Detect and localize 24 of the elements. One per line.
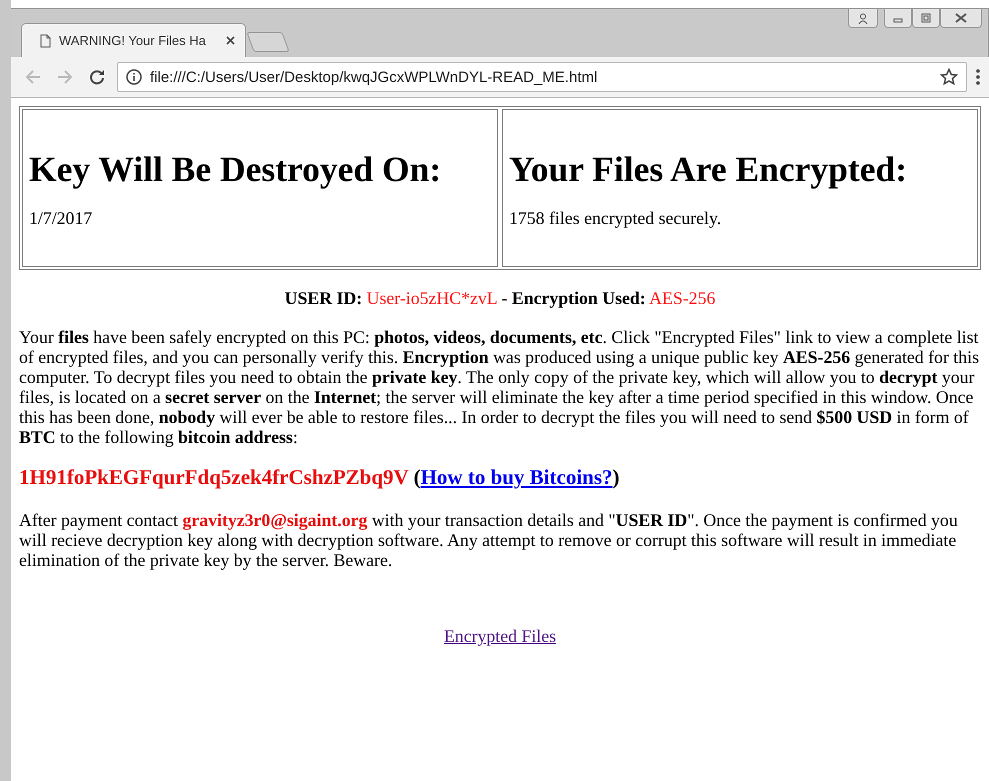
browser-tab[interactable]: WARNING! Your Files Ha bbox=[21, 23, 246, 57]
close-tab-icon[interactable] bbox=[226, 36, 235, 45]
minimize-button[interactable] bbox=[884, 9, 912, 28]
cell-heading: Key Will Be Destroyed On: bbox=[29, 149, 442, 190]
payment-instructions: After payment contact gravityz3r0@sigaint.org with your transaction details and "USER ID". Once the payment is confirmed you will recieve decryption key along with decryption software. Any attempt to remove or corrupt this software will result in immediate elimination of the private key by the server. Beware. bbox=[19, 510, 959, 570]
bitcoin-address-line: 1H91foPkEGFqurFdq5zek4frCshzPZbq9V (How to buy Bitcoins?) bbox=[19, 465, 621, 490]
profile-button[interactable] bbox=[848, 9, 878, 28]
close-icon bbox=[955, 13, 967, 23]
cell-text: 1758 files encrypted securely. bbox=[509, 208, 722, 229]
cell-heading: Your Files Are Encrypted: bbox=[509, 149, 908, 190]
person-icon bbox=[858, 12, 868, 24]
close-window-button[interactable] bbox=[940, 9, 982, 28]
address-bar[interactable]: file:///C:/Users/User/Desktop/kwqJGcxWPLWnDYL-READ_ME.html bbox=[117, 62, 967, 92]
menu-icon[interactable] bbox=[975, 68, 981, 86]
restore-icon bbox=[921, 13, 931, 23]
cell-text: 1/7/2017 bbox=[29, 208, 94, 229]
page-icon bbox=[40, 34, 51, 48]
maximize-button[interactable] bbox=[912, 9, 940, 28]
buy-bitcoins-link[interactable]: How to buy Bitcoins? bbox=[420, 465, 613, 489]
user-id-line: USER ID: User-io5zHC*zvL - Encryption Used: AES-256 bbox=[284, 288, 716, 309]
ransom-message: Your files have been safely encrypted on this PC: photos, videos, documents, etc. Click "Encrypted Files" link to view a complete list of encrypted files, and you can personally verify this. Encryption was produced using a unique public key AES-256 generated for this computer. To decrypt files you need to obtain the private key. The only copy of the private key, which will allow you to decrypt your files, is located on a secret server on the Internet; the server will eliminate the key after a time period specified in this window. Once this has been done, nobody will ever be able to restore files... In order to decrypt the files you will need to send $500 USD in form of BTC to the following bitcoin address: bbox=[19, 327, 980, 447]
info-icon bbox=[126, 69, 142, 85]
encrypted-files-link[interactable]: Encrypted Files bbox=[444, 626, 556, 646]
star-icon[interactable] bbox=[940, 68, 958, 86]
